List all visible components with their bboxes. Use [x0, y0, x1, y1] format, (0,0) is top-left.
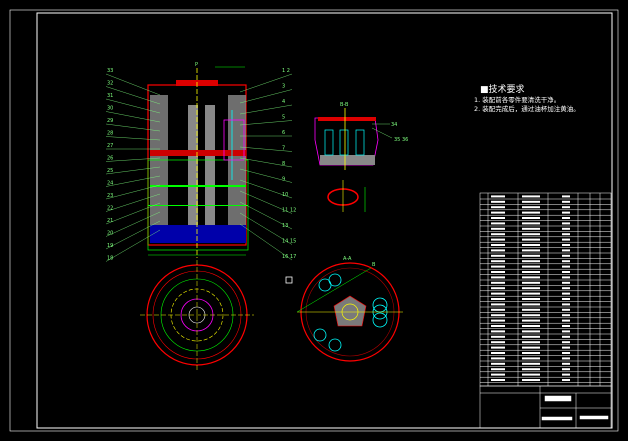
part-label: 24: [107, 181, 113, 187]
label-34: 34: [391, 122, 397, 128]
part-label: 1 2: [282, 68, 290, 74]
part-label: 13: [282, 223, 288, 229]
section-bb-view: B-B 34 35 36: [314, 102, 408, 212]
part-label: 11 12: [282, 208, 296, 214]
label-35-36: 35 36: [394, 137, 408, 143]
section-aa-view: A-A B: [296, 256, 403, 362]
plan-view-circle: [140, 260, 254, 370]
part-label: 8: [282, 161, 285, 167]
part-label: 31: [107, 93, 113, 99]
part-label: 29: [107, 118, 113, 124]
part-label: 3: [282, 84, 285, 90]
part-label: 33: [107, 68, 113, 74]
part-label: 28: [107, 131, 113, 137]
part-label: 19: [107, 243, 113, 249]
parts-list-table: [479, 192, 612, 387]
part-label: 22: [107, 206, 113, 212]
section-bb-title: B-B: [340, 102, 349, 108]
top-label: P: [195, 62, 198, 68]
part-label: 16 17: [282, 254, 296, 260]
cursor-box: [285, 276, 293, 284]
part-label: 32: [107, 81, 113, 87]
title-block: [479, 385, 612, 429]
section-aa-title: A-A: [343, 256, 352, 262]
tech-note-2: 2. 装配完成后，通过油杯加注黄油。: [474, 105, 580, 113]
section-marker-b: B: [372, 262, 376, 268]
part-label: 9: [282, 177, 285, 183]
part-label: 18: [107, 256, 113, 262]
part-label: 30: [107, 106, 113, 112]
part-label: 25: [107, 168, 113, 174]
part-label: 14 15: [282, 239, 296, 245]
main-section-view: P 33 32 31 30 29 28 27 26 25 24 23 22 21 20 19 18 1 2 3 4 5…: [105, 62, 296, 262]
part-label: 4: [282, 99, 285, 105]
part-label: 7: [282, 146, 285, 152]
part-label: 27: [107, 143, 113, 149]
part-label: 6: [282, 130, 285, 136]
part-label: 10: [282, 192, 288, 198]
part-label: 20: [107, 231, 113, 237]
part-label: 26: [107, 156, 113, 162]
part-label: 21: [107, 218, 113, 224]
cad-drawing: P 333231302928272625242322212019181 2345…: [9, 9, 619, 432]
part-label: 23: [107, 193, 113, 199]
part-label: 5: [282, 115, 285, 121]
